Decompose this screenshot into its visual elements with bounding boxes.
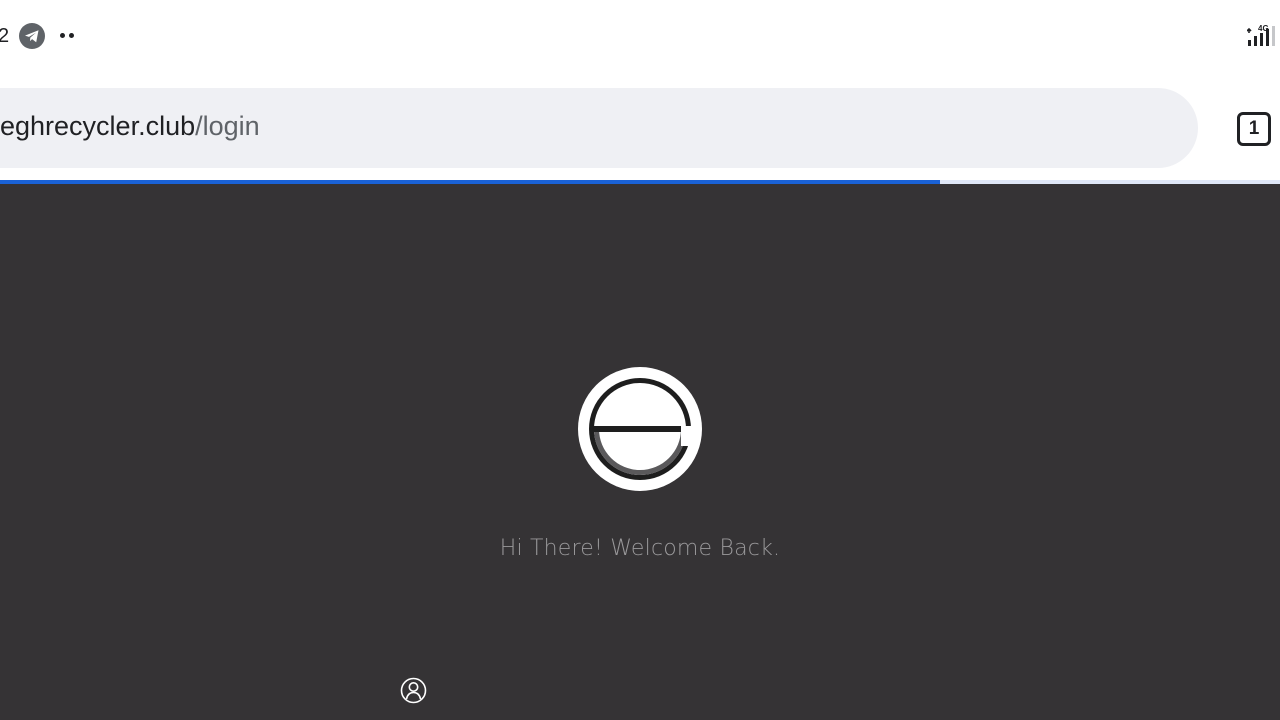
user-icon xyxy=(400,677,427,704)
url-text[interactable]: eghrecycler.club/login xyxy=(0,111,260,142)
tab-switcher-button[interactable]: 1 xyxy=(1237,112,1271,146)
address-bar[interactable]: eghrecycler.club/login xyxy=(0,88,1198,168)
welcome-message: Hi There! Welcome Back. xyxy=(499,536,781,561)
url-host: eghrecycler.club xyxy=(0,111,196,141)
url-path: /login xyxy=(195,111,260,141)
status-time: 2 xyxy=(0,25,10,47)
more-dots-icon xyxy=(58,33,78,39)
telegram-icon xyxy=(19,23,45,49)
status-bar: 2 4G xyxy=(0,0,1280,72)
recycler-e-logo-icon xyxy=(578,367,702,491)
signal-4g-icon: 4G xyxy=(1247,24,1275,46)
login-page: Hi There! Welcome Back. xyxy=(0,184,1280,720)
browser-toolbar: eghrecycler.club/login 1 xyxy=(0,72,1280,180)
